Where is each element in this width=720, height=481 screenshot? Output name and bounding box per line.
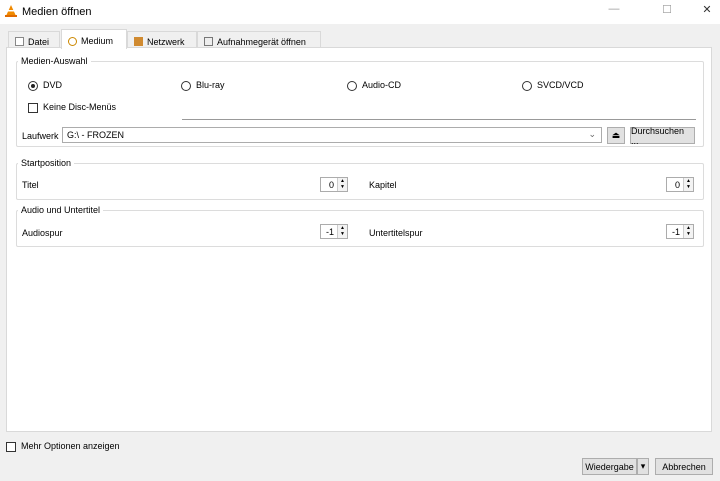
spin-arrows-icon[interactable]: ▲ ▼ (683, 178, 693, 191)
radio-label: Audio-CD (362, 80, 402, 90)
drive-label: Laufwerk (22, 131, 59, 141)
checkbox-label: Keine Disc-Menüs (43, 102, 117, 112)
drive-value: G:\ - FROZEN (67, 130, 124, 140)
subtitle-track-label: Untertitelspur (369, 228, 423, 238)
tab-label: Datei (28, 36, 50, 47)
spin-value: 0 (328, 180, 334, 190)
eject-icon: ⏏ (611, 130, 621, 140)
radio-bluray[interactable]: Blu-ray (181, 80, 225, 91)
audio-track-spinbox[interactable]: -1 ▲ ▼ (320, 224, 348, 239)
eject-button[interactable]: ⏏ (607, 127, 625, 144)
group-title: Medien-Auswahl (18, 56, 91, 66)
tab-datei[interactable]: Datei (8, 31, 60, 48)
tab-aufnahmegeraet[interactable]: Aufnahmegerät öffnen (197, 31, 321, 48)
chevron-down-icon: ▾ (640, 461, 646, 471)
chapter-spinbox[interactable]: 0 ▲ ▼ (666, 177, 694, 192)
cancel-button[interactable]: Abbrechen (655, 458, 713, 475)
radio-label: Blu-ray (196, 80, 225, 90)
checkbox-label: Mehr Optionen anzeigen (21, 441, 120, 451)
tab-netzwerk[interactable]: Netzwerk (127, 31, 197, 48)
window-title: Medien öffnen (22, 6, 92, 18)
radio-audiocd[interactable]: Audio-CD (347, 80, 401, 91)
close-button[interactable]: ✕ (699, 3, 715, 19)
browse-button[interactable]: Durchsuchen ... (630, 126, 695, 146)
start-position-group (16, 163, 704, 200)
radio-label: SVCD/VCD (537, 80, 584, 90)
spin-arrows-icon[interactable]: ▲ ▼ (337, 225, 347, 238)
capture-device-icon (204, 37, 213, 46)
group-title: Audio und Untertitel (18, 205, 104, 215)
spin-value: -1 (325, 227, 334, 237)
radio-indicator (28, 80, 38, 91)
divider (182, 119, 696, 120)
audio-subtitles-group (16, 210, 704, 247)
tab-medium[interactable]: Medium (61, 29, 127, 49)
disc-icon (68, 36, 77, 46)
radio-dvd[interactable]: DVD (28, 80, 62, 91)
group-title: Startposition (18, 158, 75, 168)
drive-combobox[interactable]: G:\ - FROZEN ⌄ (62, 127, 602, 143)
radio-indicator (181, 80, 191, 91)
vlc-cone-icon (5, 5, 17, 17)
no-disc-menus-checkbox[interactable]: Keine Disc-Menüs (28, 102, 116, 113)
chevron-down-icon: ⌄ (588, 129, 596, 139)
title-spinbox[interactable]: 0 ▲ ▼ (320, 177, 348, 192)
radio-label: DVD (43, 80, 63, 90)
play-dropdown-button[interactable]: ▾ (637, 458, 649, 475)
spin-value: -1 (671, 227, 680, 237)
play-button[interactable]: Wiedergabe (582, 458, 637, 475)
spin-arrows-icon[interactable]: ▲ ▼ (337, 178, 347, 191)
chapter-label: Kapitel (369, 180, 397, 190)
spin-arrows-icon[interactable]: ▲ ▼ (683, 225, 693, 238)
radio-indicator (522, 80, 532, 91)
audio-track-label: Audiospur (22, 228, 63, 238)
spin-value: 0 (674, 180, 680, 190)
subtitle-track-spinbox[interactable]: -1 ▲ ▼ (666, 224, 694, 239)
network-icon (134, 37, 143, 46)
checkbox-box (6, 441, 16, 452)
more-options-checkbox[interactable]: Mehr Optionen anzeigen (6, 441, 120, 452)
tab-label: Medium (81, 36, 114, 46)
checkbox-box (28, 102, 38, 113)
file-icon (15, 37, 24, 46)
minimize-button[interactable]: — (606, 3, 622, 19)
title-label: Titel (22, 180, 39, 190)
radio-svcd[interactable]: SVCD/VCD (522, 80, 584, 91)
tab-label: Aufnahmegerät öffnen (217, 36, 306, 47)
maximize-button[interactable]: ☐ (659, 3, 675, 19)
radio-indicator (347, 80, 357, 91)
tab-label: Netzwerk (147, 36, 185, 47)
